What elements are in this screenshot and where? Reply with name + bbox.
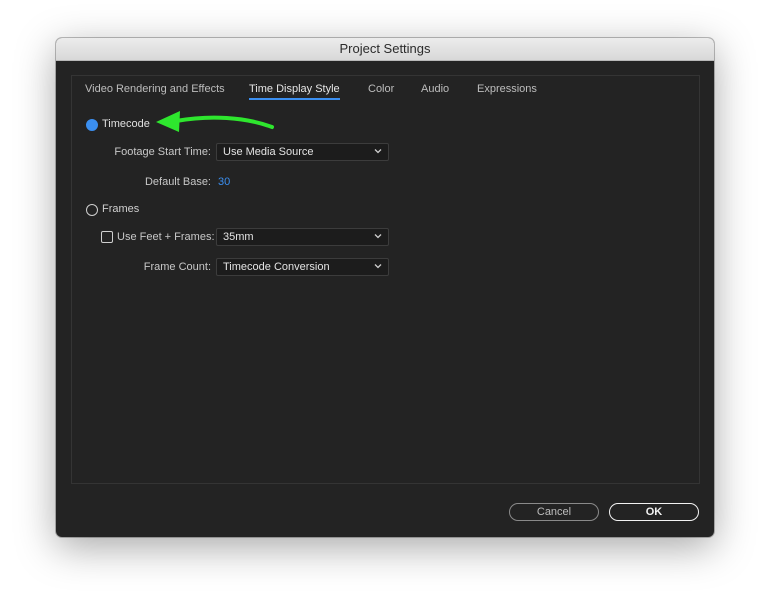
footage-start-time-value: Use Media Source — [223, 146, 314, 158]
footage-start-time-label: Footage Start Time: — [114, 146, 211, 158]
feet-frames-film-select[interactable]: 35mm — [216, 228, 389, 246]
footage-start-time-select[interactable]: Use Media Source — [216, 143, 389, 161]
chevron-down-icon — [374, 264, 382, 269]
timecode-radio[interactable] — [86, 119, 98, 131]
feet-frames-film-value: 35mm — [223, 231, 254, 243]
frame-count-label: Frame Count: — [143, 261, 211, 273]
settings-panel — [71, 75, 700, 484]
tab-color[interactable]: Color — [368, 83, 394, 95]
chevron-down-icon — [374, 149, 382, 154]
use-feet-frames-checkbox[interactable] — [101, 231, 113, 243]
chevron-down-icon — [374, 234, 382, 239]
active-tab-indicator — [249, 98, 340, 100]
frame-count-value: Timecode Conversion — [223, 261, 330, 273]
cancel-button[interactable]: Cancel — [509, 503, 599, 521]
frames-label: Frames — [102, 203, 140, 215]
tab-audio[interactable]: Audio — [421, 83, 449, 95]
use-feet-frames-label: Use Feet + Frames: — [117, 231, 215, 243]
frames-radio[interactable] — [86, 204, 98, 216]
default-base-label: Default Base: — [144, 176, 211, 188]
tab-expressions[interactable]: Expressions — [477, 83, 537, 95]
tab-time-display-style[interactable]: Time Display Style — [249, 83, 340, 95]
frame-count-select[interactable]: Timecode Conversion — [216, 258, 389, 276]
tab-video-rendering-and-effects[interactable]: Video Rendering and Effects — [85, 83, 225, 95]
titlebar: Project Settings — [56, 38, 714, 61]
default-base-value[interactable]: 30 — [218, 176, 230, 188]
timecode-label: Timecode — [102, 118, 150, 130]
window-title: Project Settings — [339, 41, 431, 56]
arrow-left-icon — [156, 111, 274, 132]
ok-button[interactable]: OK — [609, 503, 699, 521]
